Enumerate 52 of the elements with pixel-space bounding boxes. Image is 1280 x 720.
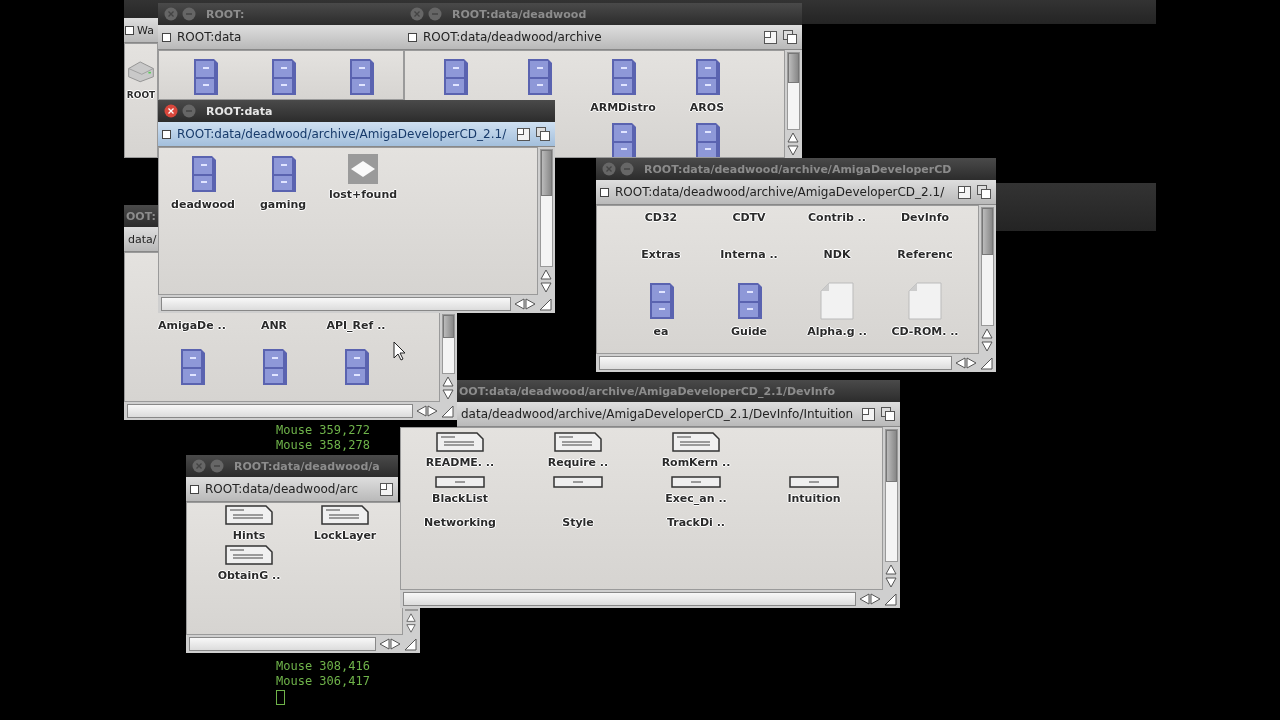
icon-label[interactable]: README. ..	[425, 456, 495, 470]
icon-label[interactable]: CDTV	[732, 211, 766, 225]
icon-label[interactable]: Networking	[424, 516, 496, 530]
icon-label[interactable]: NDK	[823, 248, 851, 262]
window-title: ROOT:data/deadwood/a	[234, 459, 380, 473]
icon-label[interactable]: TrackDi ..	[666, 516, 726, 530]
path-text: ROOT:data	[177, 30, 243, 44]
terminal-line: Mouse 359,272	[276, 423, 370, 438]
icon-label[interactable]: Require ..	[547, 456, 609, 470]
icon-label[interactable]: lost+found	[328, 188, 398, 202]
icon-label[interactable]: RomKern ..	[661, 456, 731, 470]
path-text: data/deadwood/archive/AmigaDeveloperCD_2.1/DevInfo/Intuition	[461, 407, 855, 421]
icon-label[interactable]: Referenc	[897, 248, 953, 262]
window-title: ROOT:	[206, 7, 245, 21]
window-title: ROOT:data	[206, 104, 273, 118]
path-text: ROOT:data/deadwood/archive/AmigaDeveloperCD_2.1/	[615, 185, 946, 199]
icon-label[interactable]: API_Ref ..	[326, 319, 386, 333]
window-title: OOT:data/deadwood/archive/AmigaDeveloperCD_2.1/DevInfo	[459, 384, 835, 398]
icon-label[interactable]: deadwood	[171, 198, 235, 212]
icon-label[interactable]: gaming	[259, 198, 307, 212]
window-title: ROOT:data/deadwood/archive/AmigaDeveloperCD	[644, 162, 952, 176]
path-text: ROOT:data/deadwood/arc	[205, 482, 360, 496]
icon-label[interactable]: ea	[653, 325, 669, 339]
icon-label[interactable]: Hints	[232, 529, 266, 543]
icon-label[interactable]: Contrib ..	[808, 211, 866, 225]
icon-label[interactable]: CD32	[644, 211, 678, 225]
terminal-line: Mouse 358,278	[276, 438, 370, 453]
icon-label[interactable]: Intuition	[787, 492, 841, 506]
path-text: Wa	[137, 23, 155, 37]
icon-label[interactable]: CD-ROM. ..	[891, 325, 959, 339]
icon-label[interactable]: BlackList	[432, 492, 488, 506]
icon-label[interactable]: ObtainG ..	[217, 569, 281, 583]
window-title: ROOT:data/deadwood	[452, 7, 587, 21]
icon-label[interactable]: Guide	[731, 325, 767, 339]
path-text: data/	[128, 232, 157, 246]
icon-label[interactable]: AmigaDe ..	[158, 319, 226, 333]
path-text: ROOT:data/deadwood/archive	[423, 30, 603, 44]
terminal-line: Mouse 306,417	[276, 674, 370, 689]
terminal-line: Mouse 308,416	[276, 659, 370, 674]
path-text: ROOT:data/deadwood/archive/AmigaDeveloperCD_2.1/	[177, 127, 508, 141]
icon-label[interactable]: Style	[562, 516, 594, 530]
icon-label[interactable]: DevInfo	[901, 211, 949, 225]
icon-label[interactable]: ARMDistro	[590, 101, 656, 115]
title-bar[interactable]: ROOT:data	[158, 100, 555, 122]
icon-label[interactable]: ANR	[260, 319, 288, 333]
icon-label[interactable]: LockLayer	[313, 529, 377, 543]
icon-label[interactable]: Alpha.g ..	[807, 325, 867, 339]
icon-label[interactable]: Exec_an ..	[665, 492, 727, 506]
icon-label[interactable]: Extras	[641, 248, 681, 262]
icon-label[interactable]: ROOT	[126, 88, 156, 102]
icon-label[interactable]: Interna ..	[720, 248, 778, 262]
icon-label[interactable]: AROS	[689, 101, 725, 115]
